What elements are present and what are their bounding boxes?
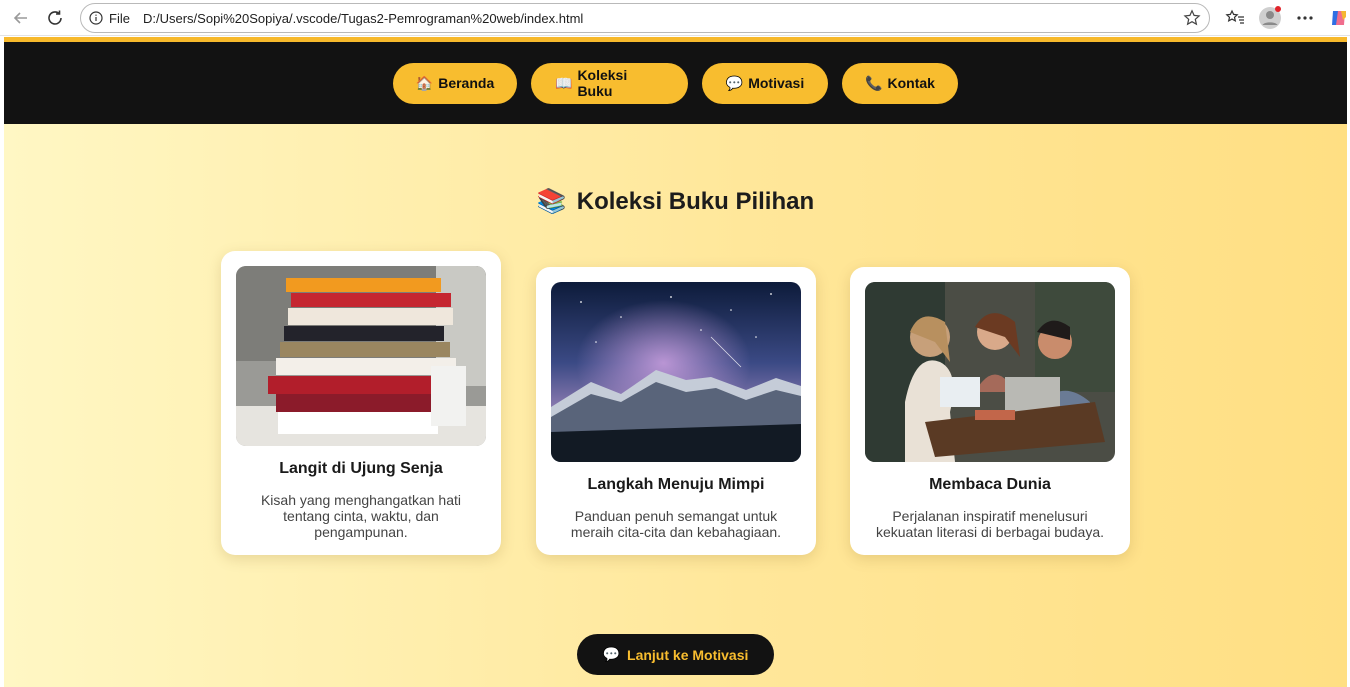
mountain-night-sky-image [551, 282, 801, 462]
book-description: Kisah yang menghangatkan hati tentang ci… [260, 492, 462, 540]
speech-bubble-icon: 💬 [602, 646, 621, 662]
url-text[interactable]: D:/Users/Sopi%20Sopiya/.vscode/Tugas2-Pe… [143, 11, 583, 26]
cta-label: Lanjut ke Motivasi [627, 646, 749, 663]
arrow-left-icon [13, 12, 27, 24]
nav-motivasi-label: Motivasi [748, 75, 805, 91]
nav-koleksi-buku-label: Koleksi Buku [577, 67, 628, 99]
book-title: Membaca Dunia [929, 476, 1051, 493]
section-title: 📚 Koleksi Buku Pilihan [4, 187, 1347, 216]
favorites-button[interactable] [1222, 6, 1248, 30]
lanjut-ke-motivasi-button[interactable]: 💬 Lanjut ke Motivasi [577, 634, 774, 675]
page-content: 🏠 Beranda 📖 Koleksi Buku 💬 Motivasi 📞 Ko… [4, 37, 1347, 687]
file-scheme-label: File [109, 11, 130, 26]
books-icon: 📚 [536, 188, 567, 215]
speech-bubble-icon: 💬 [725, 75, 744, 91]
book-card-langkah-menuju-mimpi[interactable]: Langkah Menuju Mimpi Panduan penuh seman… [536, 267, 816, 555]
book-card-langit-di-ujung-senja[interactable]: Langit di Ujung Senja Kisah yang menghan… [221, 251, 501, 555]
main-navbar: 🏠 Beranda 📖 Koleksi Buku 💬 Motivasi 📞 Ko… [4, 42, 1347, 124]
phone-icon: 📞 [865, 75, 883, 91]
nav-kontak[interactable]: 📞 Kontak [842, 62, 958, 104]
nav-beranda-label: Beranda [438, 75, 495, 91]
nav-beranda[interactable]: 🏠 Beranda [393, 62, 517, 104]
address-bar[interactable]: File D:/Users/Sopi%20Sopiya/.vscode/Tuga… [80, 3, 1210, 33]
refresh-button[interactable] [42, 6, 68, 30]
profile-button[interactable] [1257, 6, 1283, 30]
nav-motivasi[interactable]: 💬 Motivasi [702, 62, 828, 104]
friends-with-laptop-image [865, 282, 1115, 462]
book-card-membaca-dunia[interactable]: Membaca Dunia Perjalanan inspiratif mene… [850, 267, 1130, 555]
avatar-icon [1259, 6, 1281, 29]
more-menu-button[interactable] [1292, 6, 1318, 30]
info-icon[interactable] [89, 11, 103, 30]
favorite-star-icon[interactable] [1183, 9, 1201, 32]
back-button[interactable] [8, 6, 34, 30]
book-description: Perjalanan inspiratif menelusuri kekuata… [875, 508, 1105, 540]
copilot-button[interactable] [1328, 6, 1350, 30]
refresh-icon [48, 10, 62, 25]
section-title-text: Koleksi Buku Pilihan [576, 187, 815, 215]
home-icon: 🏠 [415, 75, 434, 91]
browser-toolbar: File D:/Users/Sopi%20Sopiya/.vscode/Tuga… [0, 0, 1350, 36]
more-dots-icon [1297, 16, 1313, 20]
book-title: Langit di Ujung Senja [279, 460, 443, 477]
nav-koleksi-buku[interactable]: 📖 Koleksi Buku [531, 62, 688, 104]
open-book-icon: 📖 [555, 75, 573, 91]
book-stack-image [236, 266, 486, 446]
book-title: Langkah Menuju Mimpi [587, 476, 765, 493]
favorites-list-icon [1225, 9, 1244, 24]
book-description: Panduan penuh semangat untuk meraih cita… [570, 508, 782, 540]
copilot-icon [1332, 11, 1346, 25]
nav-kontak-label: Kontak [887, 75, 935, 91]
